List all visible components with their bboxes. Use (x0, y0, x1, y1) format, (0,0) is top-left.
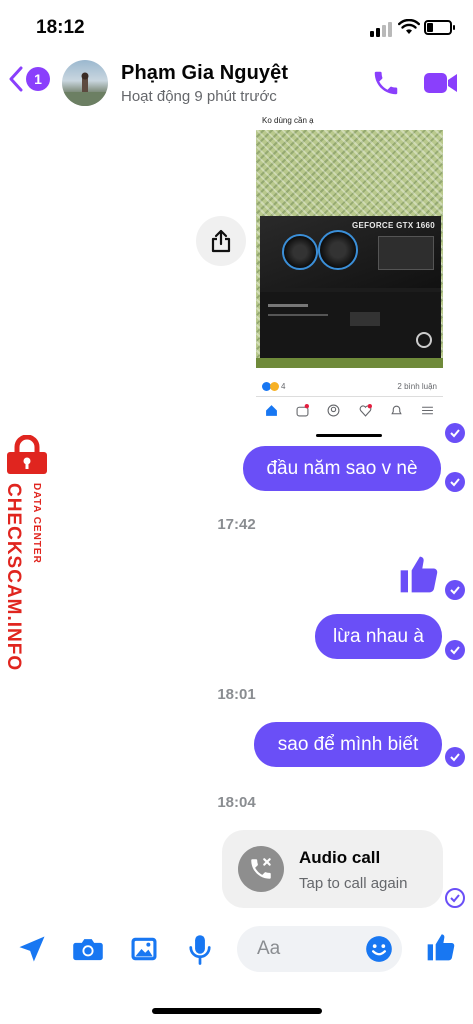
heart-icon (359, 404, 372, 417)
menu-icon (421, 406, 433, 415)
contact-name[interactable]: Phạm Gia Nguyệt (121, 62, 288, 85)
timestamp: 18:01 (217, 686, 256, 703)
sent-receipt-icon (445, 888, 465, 908)
home-icon (266, 405, 277, 416)
battery-icon (424, 20, 455, 35)
contact-status: Hoạt động 9 phút trước (121, 88, 277, 105)
share-icon (211, 229, 231, 253)
audio-call-card[interactable]: Audio call Tap to call again (222, 830, 443, 908)
read-receipt-icon (445, 472, 465, 492)
product-label: GEFORCE GTX 1660 (351, 221, 435, 230)
watermark-sub: DATA CENTER (31, 483, 42, 564)
microphone-icon[interactable] (187, 934, 213, 966)
signal-icon (370, 22, 392, 37)
post-app-nav (256, 404, 443, 417)
timestamp: 18:04 (217, 794, 256, 811)
thumbs-up-icon[interactable] (425, 931, 457, 963)
lock-icon (7, 435, 47, 474)
bell-icon (390, 405, 402, 415)
read-receipt-icon (445, 423, 465, 443)
back-button[interactable]: 1 (8, 66, 50, 92)
status-bar: 18:12 (0, 0, 473, 48)
missed-call-icon (238, 846, 284, 892)
video-icon (296, 404, 310, 417)
read-receipt-icon (445, 747, 465, 767)
avatar[interactable] (62, 60, 108, 106)
call-again-link[interactable]: Tap to call again (299, 875, 407, 892)
sent-message[interactable]: lừa nhau à (315, 614, 442, 659)
profile-icon (327, 404, 340, 417)
message-input[interactable]: Aa (237, 926, 402, 972)
location-arrow-icon[interactable] (17, 934, 47, 964)
thumbs-up-icon[interactable] (397, 552, 441, 596)
timestamp: 17:42 (217, 516, 256, 533)
shared-post-image[interactable]: Ko dùng cần ạ GEFORCE GTX 1660 4 2 bình … (256, 112, 443, 440)
image-icon[interactable] (129, 934, 159, 964)
composer-bar: Aa (0, 924, 473, 974)
smiley-icon[interactable] (365, 935, 393, 963)
wifi-icon (398, 19, 420, 34)
gpu-box: GEFORCE GTX 1660 (260, 216, 441, 358)
watermark: CHECKSCAM.INFO DATA CENTER (2, 435, 50, 675)
reaction-count: 4 (281, 382, 286, 391)
message-placeholder: Aa (257, 938, 281, 959)
watermark-brand: CHECKSCAM.INFO (3, 483, 24, 672)
unread-badge: 1 (26, 67, 50, 91)
post-comments: 2 bình luận (397, 382, 437, 391)
post-reactions: 4 (262, 382, 285, 391)
post-caption: Ko dùng cần ạ (262, 116, 314, 125)
sent-message[interactable]: đầu năm sao v nè (243, 446, 441, 491)
avatar-photo (62, 72, 108, 106)
status-time: 18:12 (36, 17, 85, 38)
read-receipt-icon (445, 580, 465, 600)
conversation-header: 1 Phạm Gia Nguyệt Hoạt động 9 phút trước (0, 52, 473, 110)
share-button[interactable] (196, 216, 246, 266)
sent-message[interactable]: sao để mình biết (254, 722, 442, 767)
chevron-left-icon (9, 66, 23, 92)
phone-icon[interactable] (371, 68, 401, 98)
video-camera-icon[interactable] (423, 70, 459, 96)
post-photo: GEFORCE GTX 1660 (256, 130, 443, 368)
call-title: Audio call (299, 848, 381, 867)
read-receipt-icon (445, 640, 465, 660)
home-indicator (152, 1008, 322, 1014)
camera-icon[interactable] (72, 934, 104, 964)
